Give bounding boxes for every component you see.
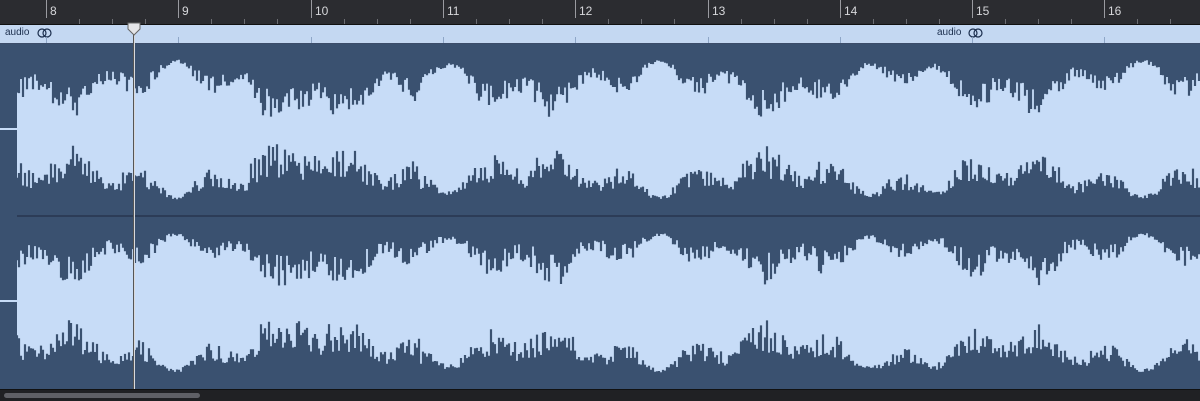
loop-icon [968, 28, 983, 38]
beat-tick [112, 19, 113, 24]
beat-tick [939, 19, 940, 24]
bar-number: 12 [579, 4, 593, 18]
beat-tick [1038, 19, 1039, 24]
beat-tick [344, 19, 345, 24]
bar-line [1104, 0, 1105, 18]
bar-line [178, 0, 179, 18]
beat-tick [145, 19, 146, 24]
playhead-handle-icon[interactable] [127, 22, 141, 36]
bar-line [972, 0, 973, 18]
beat-tick [608, 19, 609, 24]
region-name-label: audio [937, 27, 962, 38]
region-bar-tick [575, 37, 576, 43]
beat-tick [1137, 19, 1138, 24]
region-bar-tick [311, 37, 312, 43]
bar-line [575, 0, 576, 18]
scrollbar-thumb[interactable] [4, 393, 200, 398]
beat-tick [509, 19, 510, 24]
beat-tick [277, 19, 278, 24]
region-bar-tick [1104, 37, 1105, 43]
bar-line [311, 0, 312, 18]
channel-divider [0, 128, 17, 130]
beat-tick [774, 19, 775, 24]
audio-region[interactable]: audio audio [0, 25, 1200, 389]
channel-divider [0, 300, 17, 302]
beat-tick [873, 19, 874, 24]
region-name-label: audio [5, 27, 30, 38]
bar-line [708, 0, 709, 18]
loop-icon [37, 28, 52, 38]
playhead[interactable] [133, 24, 135, 390]
region-bar-tick [972, 37, 973, 43]
beat-tick [211, 19, 212, 24]
region-left-edge[interactable] [0, 44, 17, 389]
beat-tick [79, 19, 80, 24]
beat-tick [741, 19, 742, 24]
bar-number: 16 [1108, 4, 1122, 18]
audio-waveform [15, 44, 1200, 389]
region-header[interactable]: audio audio [0, 25, 1200, 44]
region-bar-tick [840, 37, 841, 43]
beat-tick [906, 19, 907, 24]
beat-tick [377, 19, 378, 24]
beat-tick [476, 19, 477, 24]
horizontal-scrollbar[interactable] [0, 389, 1200, 401]
bar-number: 14 [844, 4, 858, 18]
beat-tick [1071, 19, 1072, 24]
bar-number: 13 [712, 4, 726, 18]
bar-number: 11 [447, 4, 460, 18]
bar-number: 10 [315, 4, 329, 18]
beat-tick [1005, 19, 1006, 24]
timeline-ruler[interactable]: 8 9 10 11 12 13 14 15 16 [0, 0, 1200, 25]
bar-line [443, 0, 444, 18]
bar-number: 9 [182, 4, 189, 18]
beat-tick [641, 19, 642, 24]
bar-number: 8 [50, 4, 57, 18]
region-bar-tick [46, 37, 47, 43]
beat-tick [807, 19, 808, 24]
region-bar-tick [443, 37, 444, 43]
beat-tick [244, 19, 245, 24]
beat-tick [674, 19, 675, 24]
region-bar-tick [178, 37, 179, 43]
region-bar-tick [708, 37, 709, 43]
beat-tick [1170, 19, 1171, 24]
beat-tick [542, 19, 543, 24]
beat-tick [410, 19, 411, 24]
bar-line [46, 0, 47, 18]
bar-number: 15 [976, 4, 990, 18]
bar-line [840, 0, 841, 18]
